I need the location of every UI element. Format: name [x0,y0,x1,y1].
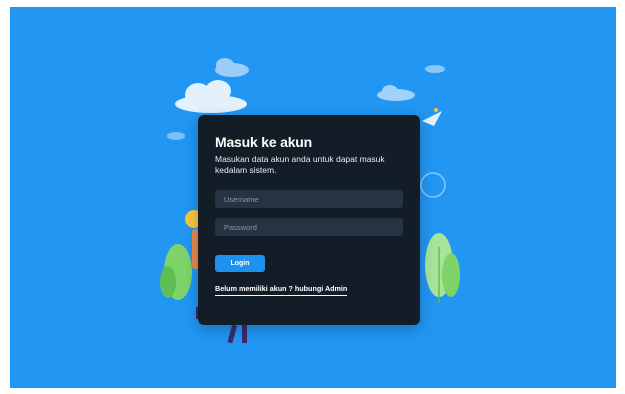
paper-plane-icon [422,108,442,126]
login-button[interactable]: Login [215,255,265,272]
contact-admin-link[interactable]: Belum memiliki akun ? hubungi Admin [215,284,348,296]
cloud-icon [425,65,445,73]
login-title: Masuk ke akun [215,134,312,150]
cloud-icon [377,85,415,101]
plant-illustration [425,233,460,303]
cloud-icon [175,80,247,113]
clock-icon [420,172,446,198]
person-illustration [227,324,247,344]
password-input[interactable] [215,218,403,236]
plant-illustration [160,244,192,300]
cloud-icon [215,58,249,77]
login-page-background: Masuk ke akun Masukan data akun anda unt… [10,7,616,388]
cloud-icon [167,132,185,140]
login-card: Masuk ke akun Masukan data akun anda unt… [198,115,420,325]
login-subtitle: Masukan data akun anda untuk dapat masuk… [215,154,385,175]
username-input[interactable] [215,190,403,208]
